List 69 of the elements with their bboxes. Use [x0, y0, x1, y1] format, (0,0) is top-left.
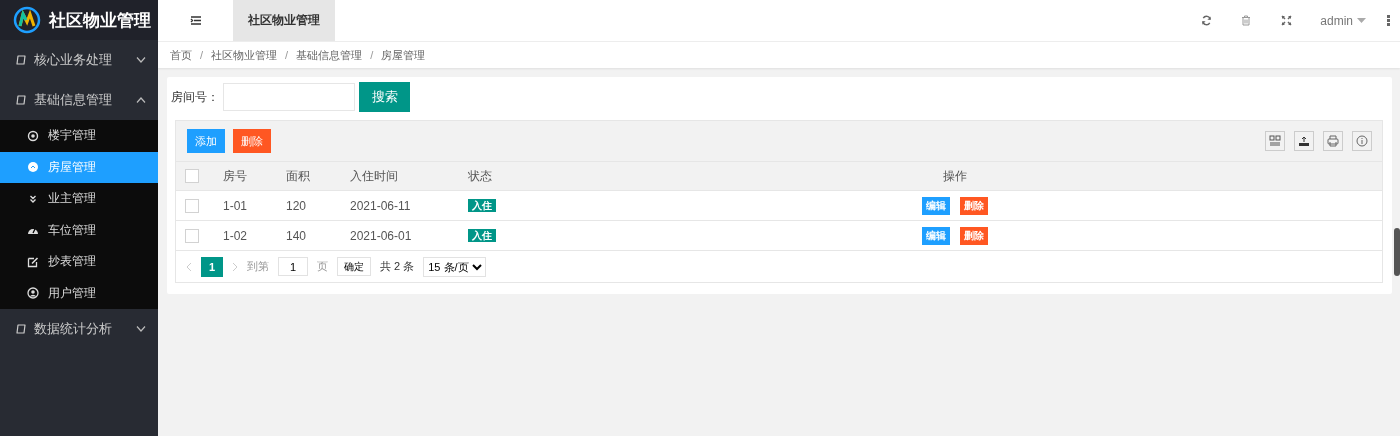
trash-icon[interactable]	[1241, 15, 1252, 26]
page-size-select[interactable]: 15 条/页	[423, 256, 487, 277]
breadcrumb-separator: /	[370, 49, 374, 61]
dot-icon	[27, 161, 39, 174]
table-cell-text: 120	[286, 198, 308, 213]
column-header: 面积	[286, 167, 311, 185]
print-button[interactable]	[1323, 131, 1343, 151]
logo-icon	[13, 6, 41, 34]
row-checkbox[interactable]	[185, 198, 199, 213]
refresh-icon[interactable]	[1200, 15, 1212, 26]
chevron-up-icon	[136, 97, 146, 103]
column-header: 操作	[942, 167, 968, 185]
row-checkbox[interactable]	[185, 228, 199, 243]
prev-page-icon[interactable]	[186, 261, 192, 272]
info-button[interactable]	[1352, 131, 1372, 151]
column-header: 状态	[468, 167, 493, 185]
column-header: 房号	[223, 167, 248, 185]
table-cell-text: 1-01	[223, 198, 249, 213]
sidebar-item[interactable]: 抄表管理	[0, 246, 158, 278]
sidebar-item[interactable]: 业主管理	[0, 183, 158, 215]
status-tag: 入住	[468, 229, 496, 242]
nav-tab[interactable]: 社区物业管理	[233, 0, 335, 41]
table-cell-text: 1-02	[223, 228, 249, 243]
select-all-checkbox[interactable]	[185, 169, 199, 183]
export-button[interactable]	[1294, 131, 1314, 151]
page-unit: 页	[317, 259, 328, 274]
leaf-icon	[16, 95, 26, 105]
room-number-field[interactable]	[223, 83, 355, 111]
app-title: 社区物业管理	[49, 9, 151, 32]
chevron-down-icon	[136, 57, 146, 63]
column-header: 入住时间	[350, 167, 399, 185]
chevron-down-icon	[136, 326, 146, 332]
more-icon[interactable]	[1386, 15, 1390, 26]
breadcrumb-link[interactable]: 社区物业管理	[211, 47, 278, 63]
sidebar-item[interactable]: 楼宇管理	[0, 120, 158, 152]
table-cell-text: 2021-06-11	[350, 198, 412, 213]
columns-icon	[1269, 135, 1281, 147]
info-icon	[1356, 135, 1368, 147]
upload-icon	[1298, 135, 1310, 147]
fullscreen-icon[interactable]	[1280, 15, 1292, 26]
breadcrumb-separator: /	[200, 49, 204, 61]
page-field[interactable]: 1	[278, 257, 308, 276]
target-icon	[27, 129, 39, 142]
breadcrumb-link[interactable]: 首页	[170, 47, 192, 63]
goto-label: 到第	[247, 259, 269, 274]
caret-icon	[1357, 18, 1366, 23]
breadcrumb-link[interactable]: 房屋管理	[381, 47, 426, 63]
sidebar-item[interactable]: 用户管理	[0, 277, 158, 309]
total-count: 共 2 条	[380, 259, 415, 274]
menu-icon[interactable]	[189, 16, 202, 25]
status-tag: 入住	[468, 199, 496, 212]
user-icon	[27, 287, 39, 300]
user-menu[interactable]: admin	[1306, 0, 1376, 41]
table-cell-text: 2021-06-01	[350, 228, 413, 243]
columns-button[interactable]	[1265, 131, 1285, 151]
scrollbar[interactable]	[1394, 228, 1400, 276]
breadcrumb-separator: /	[285, 49, 289, 61]
sidebar-item[interactable]: 车位管理	[0, 214, 158, 246]
table-cell-text: 140	[286, 228, 308, 243]
leaf-icon	[16, 55, 26, 65]
leaf-icon	[16, 324, 26, 334]
confirm-button[interactable]: 确定	[337, 257, 371, 276]
breadcrumb-link[interactable]: 基础信息管理	[296, 47, 363, 63]
next-page-icon[interactable]	[232, 261, 238, 272]
field-label: 房间号：	[171, 88, 219, 106]
search-button[interactable]: 搜索	[359, 82, 410, 112]
printer-icon	[1327, 135, 1339, 147]
page-number[interactable]: 1	[201, 256, 223, 277]
edit-icon	[27, 255, 39, 268]
